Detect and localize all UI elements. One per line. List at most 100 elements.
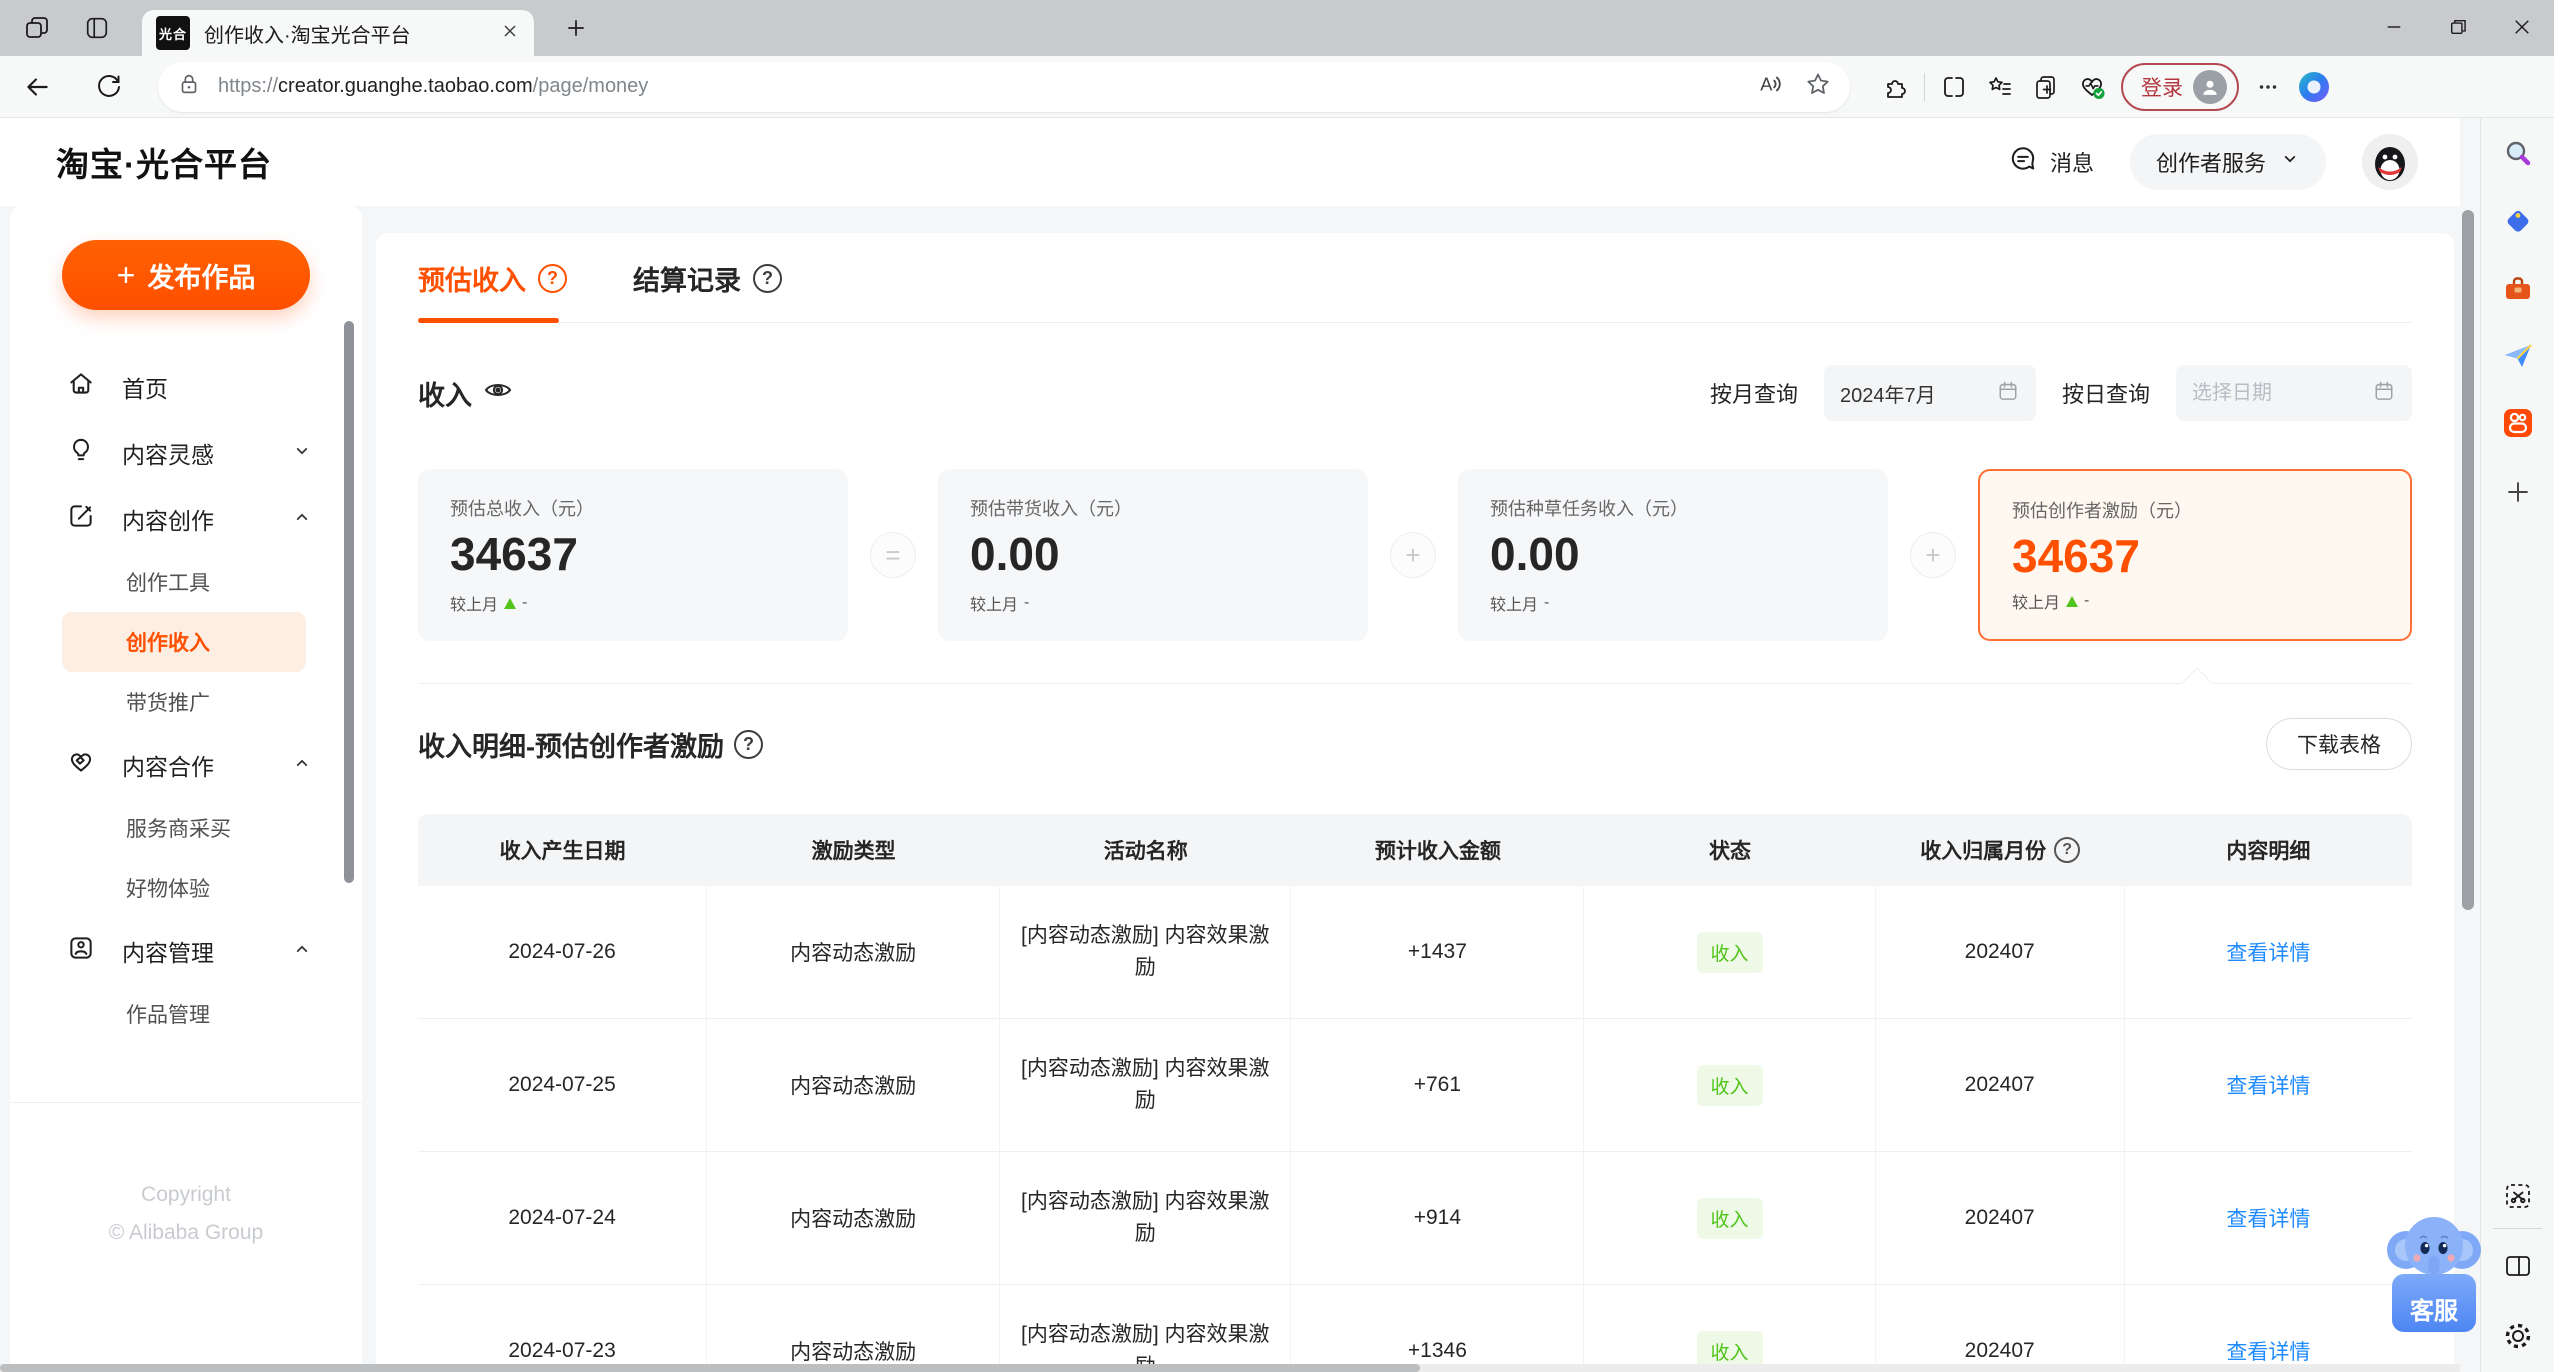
back-icon[interactable] [14, 64, 60, 110]
section-divider [418, 667, 2412, 699]
detail-section-title: 收入明细-预估创作者激励 ? [418, 725, 763, 764]
table-row: 2024-07-26 内容动态激励 [内容动态激励] 内容效果激励 +1437 … [418, 886, 2412, 1019]
toolbar-divider [1924, 72, 1925, 101]
copilot-icon[interactable] [2291, 64, 2337, 110]
help-icon[interactable]: ? [538, 264, 567, 293]
collections-icon[interactable] [1977, 64, 2023, 110]
eye-icon[interactable] [482, 374, 514, 413]
calendar-icon [1996, 379, 2020, 408]
window-close-button[interactable] [2490, 0, 2554, 54]
income-summary-cards: 预估总收入（元） 34637 较上月 - = 预估带货收入（元） 0.00 较上月… [418, 469, 2412, 641]
split-screen-icon[interactable] [1931, 64, 1977, 110]
tab-close-icon[interactable] [500, 21, 520, 46]
window-minimize-button[interactable] [2362, 0, 2426, 54]
sidebar-panel-icon[interactable] [2498, 1246, 2538, 1286]
card-creator-incentive[interactable]: 预估创作者激励（元） 34637 较上月 - [1978, 469, 2412, 641]
sidebar-item-service-purchase[interactable]: 服务商采买 [10, 798, 362, 858]
browser-window: 光合 创作收入·淘宝光合平台 https://creator.guanghe.t… [0, 0, 2554, 1372]
address-bar[interactable]: https://creator.guanghe.taobao.com/page/… [158, 61, 1850, 112]
settings-more-icon[interactable] [2245, 64, 2291, 110]
window-controls [2362, 0, 2554, 56]
help-icon[interactable]: ? [734, 729, 763, 759]
month-picker-input[interactable] [1839, 381, 1986, 405]
user-avatar[interactable] [2362, 134, 2418, 190]
chevron-up-icon [292, 938, 312, 965]
tab-settlement-records[interactable]: 结算记录 ? [633, 259, 782, 322]
sidebar-group-management[interactable]: 内容管理 [10, 918, 362, 984]
sidebar-group-inspiration[interactable]: 内容灵感 [10, 420, 362, 486]
copyright-line2: © Alibaba Group [108, 1221, 264, 1244]
page-vertical-scrollbar[interactable] [2462, 210, 2474, 910]
sidebar-kuaishou-icon[interactable] [2498, 403, 2538, 443]
sidebar-add-icon[interactable] [2498, 472, 2538, 512]
sidebar-group-cooperation[interactable]: 内容合作 [10, 732, 362, 798]
browser-essentials-icon[interactable] [2069, 64, 2115, 110]
customer-service-widget[interactable]: 客服 [2387, 1217, 2481, 1332]
chevron-down-icon [292, 440, 312, 467]
download-table-button[interactable]: 下载表格 [2266, 718, 2412, 770]
site-sidebar: + 发布作品 首页 内容灵感 内容创作 创作工具 创作收入 带货推广 内容合作 … [10, 206, 362, 1364]
day-picker[interactable] [2176, 365, 2412, 421]
sidebar-divider [2493, 1228, 2542, 1229]
tab-title: 创作收入·淘宝光合平台 [204, 24, 411, 47]
plus-operator: + [1390, 532, 1436, 578]
sidebar-settings-gear-icon[interactable] [2498, 1316, 2538, 1356]
message-bubble-icon [2008, 144, 2038, 180]
sidebar-item-creation-tools[interactable]: 创作工具 [10, 552, 362, 612]
help-icon[interactable]: ? [753, 264, 782, 293]
tab-estimated-income[interactable]: 预估收入 ? [418, 259, 567, 323]
help-icon[interactable]: ? [2054, 837, 2081, 863]
favorite-star-icon[interactable] [1804, 70, 1832, 103]
sidebar-item-creation-income[interactable]: 创作收入 [62, 612, 306, 672]
view-details-link[interactable]: 查看详情 [2226, 1070, 2310, 1100]
table-row: 2024-07-25 内容动态激励 [内容动态激励] 内容效果激励 +761 收… [418, 1019, 2412, 1152]
income-section-title: 收入 [418, 374, 514, 413]
sidebar-shopping-tag-icon[interactable] [2498, 202, 2538, 242]
creator-services-dropdown[interactable]: 创作者服务 [2129, 134, 2326, 190]
new-tab-button[interactable] [554, 6, 598, 50]
home-icon [66, 369, 96, 405]
workspaces-icon[interactable] [14, 5, 60, 51]
copyright-line1: Copyright [141, 1183, 231, 1206]
site-header: 淘宝·光合平台 消息 创作者服务 [0, 118, 2460, 206]
day-picker-input[interactable] [2192, 381, 2362, 405]
status-badge: 收入 [1696, 931, 1763, 973]
browser-login-button[interactable]: 登录 [2121, 62, 2239, 111]
sidebar-scrollbar[interactable] [344, 321, 354, 883]
view-details-link[interactable]: 查看详情 [2226, 937, 2310, 967]
add-to-collection-icon[interactable] [2023, 64, 2069, 110]
month-query-label: 按月查询 [1709, 382, 1798, 407]
sidebar-search-icon[interactable] [2498, 134, 2538, 174]
customer-service-label[interactable]: 客服 [2392, 1274, 2476, 1332]
sidebar-item-promotion[interactable]: 带货推广 [10, 672, 362, 732]
read-aloud-icon[interactable]: A [1756, 69, 1786, 104]
url-text[interactable]: https://creator.guanghe.taobao.com/page/… [218, 75, 1756, 98]
site-logo[interactable]: 淘宝·光合平台 [56, 138, 272, 186]
web-page: 淘宝·光合平台 消息 创作者服务 + 发布作品 首页 内容灵感 内容创作 创作工… [0, 118, 2460, 1364]
sidebar-group-creation[interactable]: 内容创作 [10, 486, 362, 552]
view-details-link[interactable]: 查看详情 [2226, 1203, 2310, 1233]
month-picker[interactable] [1823, 365, 2036, 421]
view-details-link[interactable]: 查看详情 [2226, 1336, 2310, 1364]
edge-sidebar [2480, 118, 2554, 1372]
profile-icon [2193, 69, 2227, 104]
page-horizontal-scrollbar[interactable] [0, 1364, 2460, 1372]
sidebar-tools-icon[interactable] [2498, 269, 2538, 309]
messages-button[interactable]: 消息 [2008, 144, 2094, 180]
svg-text:A: A [1760, 74, 1773, 94]
heart-hands-icon [66, 747, 96, 783]
sidebar-screenshot-icon[interactable] [2498, 1176, 2538, 1216]
extensions-icon[interactable] [1872, 64, 1918, 110]
sidebar-item-home[interactable]: 首页 [10, 354, 362, 420]
status-badge: 收入 [1696, 1330, 1763, 1364]
browser-tab-active[interactable]: 光合 创作收入·淘宝光合平台 [142, 10, 534, 56]
sidebar-item-product-trial[interactable]: 好物体验 [10, 858, 362, 918]
tab-actions-icon[interactable] [74, 5, 120, 51]
refresh-icon[interactable] [86, 64, 132, 110]
sidebar-send-icon[interactable] [2498, 336, 2538, 376]
publish-work-button[interactable]: + 发布作品 [62, 240, 310, 310]
sidebar-item-works-management[interactable]: 作品管理 [10, 984, 362, 1044]
window-restore-button[interactable] [2426, 0, 2490, 54]
calendar-icon [2372, 379, 2396, 408]
bulb-icon [66, 435, 96, 471]
